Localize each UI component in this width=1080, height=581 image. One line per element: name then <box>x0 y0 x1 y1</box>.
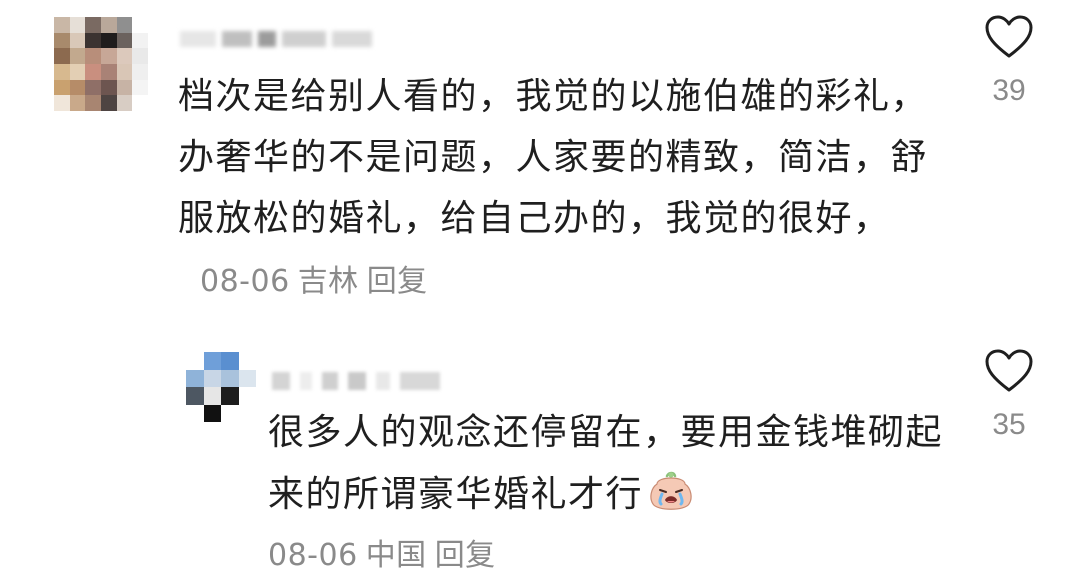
main-comment: 档次是给别人看的，我觉的以施伯雄的彩礼，办奢华的不是问题，人家要的精致，简洁，舒… <box>0 0 1080 320</box>
like-button[interactable]: 35 <box>982 348 1036 442</box>
reply-button[interactable]: 回复 <box>435 538 496 573</box>
comment-text: 档次是给别人看的，我觉的以施伯雄的彩礼，办奢华的不是问题，人家要的精致，简洁，舒… <box>178 76 929 239</box>
avatar[interactable] <box>186 352 256 422</box>
username-blurred[interactable] <box>272 370 472 392</box>
comment-meta: 08-06 中国 回复 <box>268 530 496 574</box>
like-count: 35 <box>992 408 1026 441</box>
comment-meta: 08-06 吉林 回复 <box>200 264 428 299</box>
like-button[interactable]: 39 <box>982 14 1036 108</box>
heart-outline-icon[interactable] <box>984 14 1034 60</box>
like-count: 39 <box>992 74 1026 107</box>
reply-button[interactable]: 回复 <box>367 264 428 299</box>
comment-location: 吉林 <box>297 264 359 299</box>
avatar[interactable] <box>54 17 148 111</box>
comment-location: 中国 <box>365 538 427 573</box>
comment-date: 08-06 <box>200 264 290 299</box>
username-blurred[interactable] <box>180 28 380 50</box>
reply-comment: 很多人的观念还停留在，要用金钱堆砌起来的所谓豪华婚礼才行 08-06 中国 回复 3… <box>0 340 1080 581</box>
comment-date: 08-06 <box>268 538 358 573</box>
heart-outline-icon[interactable] <box>984 348 1034 394</box>
comment-body: 很多人的观念还停留在，要用金钱堆砌起来的所谓豪华婚礼才行 <box>268 402 948 526</box>
comment-text: 很多人的观念还停留在，要用金钱堆砌起来的所谓豪华婚礼才行 <box>268 412 944 515</box>
comment-body: 档次是给别人看的，我觉的以施伯雄的彩礼，办奢华的不是问题，人家要的精致，简洁，舒… <box>178 66 958 312</box>
crying-face-emoji-icon <box>650 471 692 510</box>
